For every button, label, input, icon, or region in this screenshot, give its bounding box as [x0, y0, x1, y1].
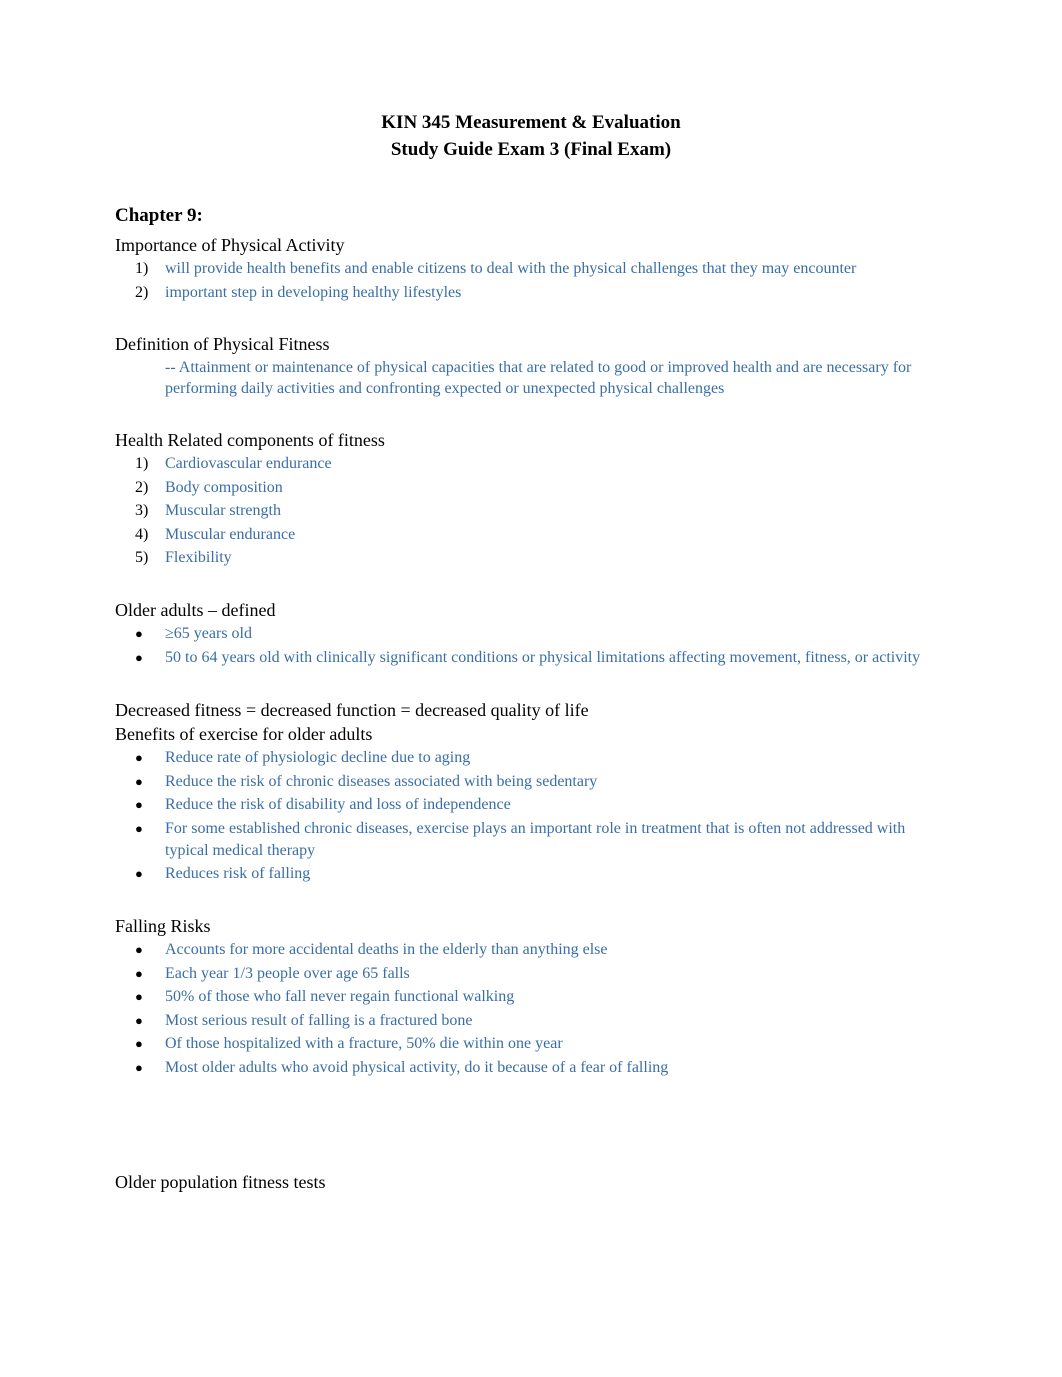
- heading-older-adults: Older adults – defined: [115, 598, 947, 622]
- title-line-1: KIN 345 Measurement & Evaluation: [115, 110, 947, 137]
- list-item: ≥65 years old: [165, 622, 947, 646]
- list-item: Accounts for more accidental deaths in t…: [165, 938, 947, 962]
- definition-text: -- Attainment or maintenance of physical…: [115, 357, 947, 400]
- document-title: KIN 345 Measurement & Evaluation Study G…: [115, 110, 947, 163]
- list-item: Reduce the risk of chronic diseases asso…: [165, 770, 947, 794]
- chapter-heading: Chapter 9:: [115, 203, 947, 229]
- title-line-2: Study Guide Exam 3 (Final Exam): [115, 137, 947, 164]
- list-item: 1)Cardiovascular endurance: [165, 452, 947, 476]
- list-falling-risks: Accounts for more accidental deaths in t…: [115, 938, 947, 1080]
- list-item: 50 to 64 years old with clinically signi…: [165, 646, 947, 670]
- heading-older-tests: Older population fitness tests: [115, 1170, 947, 1194]
- list-item: 2)Body composition: [165, 476, 947, 500]
- heading-importance: Importance of Physical Activity: [115, 233, 947, 257]
- section-components: Health Related components of fitness 1)C…: [115, 428, 947, 570]
- list-importance: 1)will provide health benefits and enabl…: [115, 257, 947, 304]
- section-falling-risks: Falling Risks Accounts for more accident…: [115, 914, 947, 1080]
- list-item: Most older adults who avoid physical act…: [165, 1056, 947, 1080]
- list-item: 50% of those who fall never regain funct…: [165, 985, 947, 1009]
- list-item: 1)will provide health benefits and enabl…: [165, 257, 947, 281]
- list-item: Reduce rate of physiologic decline due t…: [165, 746, 947, 770]
- list-item: Reduces risk of falling: [165, 862, 947, 886]
- list-item: Reduce the risk of disability and loss o…: [165, 793, 947, 817]
- section-definition: Definition of Physical Fitness -- Attain…: [115, 332, 947, 399]
- list-item: For some established chronic diseases, e…: [165, 817, 947, 862]
- list-item: 5)Flexibility: [165, 546, 947, 570]
- list-item: Each year 1/3 people over age 65 falls: [165, 962, 947, 986]
- list-item: 3)Muscular strength: [165, 499, 947, 523]
- list-components: 1)Cardiovascular endurance 2)Body compos…: [115, 452, 947, 570]
- list-benefits: Reduce rate of physiologic decline due t…: [115, 746, 947, 886]
- section-benefits: Decreased fitness = decreased function =…: [115, 698, 947, 886]
- heading-definition: Definition of Physical Fitness: [115, 332, 947, 356]
- section-older-adults: Older adults – defined ≥65 years old 50 …: [115, 598, 947, 669]
- list-older-adults: ≥65 years old 50 to 64 years old with cl…: [115, 622, 947, 669]
- section-older-tests: Older population fitness tests: [115, 1170, 947, 1194]
- heading-falling-risks: Falling Risks: [115, 914, 947, 938]
- heading-decreased: Decreased fitness = decreased function =…: [115, 698, 947, 722]
- list-item: 4)Muscular endurance: [165, 523, 947, 547]
- list-item: Most serious result of falling is a frac…: [165, 1009, 947, 1033]
- list-item: Of those hospitalized with a fracture, 5…: [165, 1032, 947, 1056]
- heading-components: Health Related components of fitness: [115, 428, 947, 452]
- section-importance: Importance of Physical Activity 1)will p…: [115, 233, 947, 304]
- list-item: 2)important step in developing healthy l…: [165, 281, 947, 305]
- heading-benefits: Benefits of exercise for older adults: [115, 722, 947, 746]
